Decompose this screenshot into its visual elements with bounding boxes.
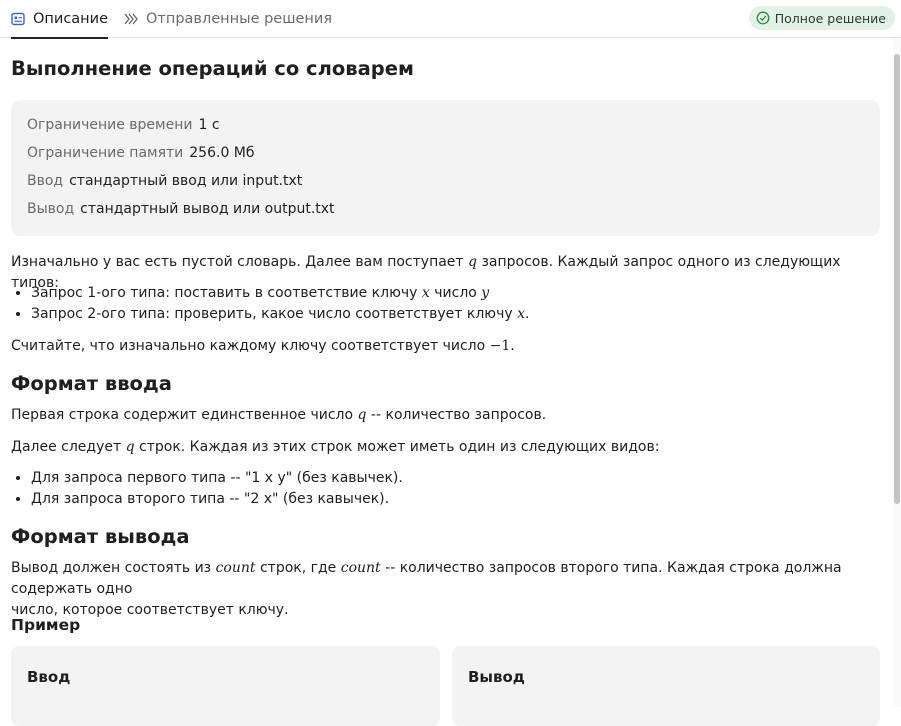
list-item: Запрос 1-ого типа: поставить в соответст… (31, 283, 529, 304)
default-value-note: Считайте, что изначально каждому ключу с… (11, 338, 515, 354)
tab-description[interactable]: Описание (11, 0, 108, 39)
output-target-value: стандартный вывод или output.txt (80, 201, 335, 217)
input-format-line2: Далее следует q строк. Каждая из этих ст… (11, 439, 660, 455)
input-format-heading: Формат ввода (11, 372, 172, 395)
output-format-heading: Формат вывода (11, 525, 190, 548)
status-badge-label: Полное решение (774, 10, 886, 26)
list-item: Запрос 2-ого типа: проверить, какое числ… (31, 304, 529, 325)
status-badge: Полное решение (748, 6, 895, 30)
tab-submissions[interactable]: Отправленные решения (123, 0, 332, 38)
output-target: Вывод стандартный вывод или output.txt (27, 201, 335, 217)
input-source-label: Ввод (27, 173, 64, 189)
input-format-list: Для запроса первого типа -- "1 x y" (без… (11, 468, 403, 510)
input-format-line1: Первая строка содержит единственное числ… (11, 407, 547, 423)
tab-bar: Описание Отправленные решения Полное реш… (0, 0, 901, 39)
memory-limit: Ограничение памяти 256.0 Мб (27, 145, 255, 161)
scrollbar-thumb[interactable] (894, 54, 900, 504)
example-input-label: Ввод (27, 668, 71, 686)
output-format-text: Вывод должен состоять из count строк, гд… (11, 560, 842, 618)
description-icon (11, 12, 25, 26)
submissions-icon (123, 12, 138, 26)
problem-title: Выполнение операций со словарем (11, 57, 414, 80)
tab-description-label: Описание (33, 11, 108, 27)
input-source-value: стандартный ввод или input.txt (69, 173, 303, 189)
input-source: Ввод стандартный ввод или input.txt (27, 173, 302, 189)
tab-submissions-label: Отправленные решения (146, 11, 333, 27)
time-limit: Ограничение времени 1 с (27, 117, 220, 133)
example-heading: Пример (11, 616, 81, 634)
example-output-label: Вывод (468, 668, 525, 686)
time-limit-label: Ограничение времени (27, 117, 193, 133)
query-types-list: Запрос 1-ого типа: поставить в соответст… (11, 283, 529, 325)
time-limit-value: 1 с (198, 117, 220, 133)
list-item: Для запроса первого типа -- "1 x y" (без… (31, 468, 403, 489)
limits-panel: Ограничение времени 1 с Ограничение памят… (11, 100, 880, 236)
memory-limit-value: 256.0 Мб (189, 145, 255, 161)
example-input-box: Ввод (11, 646, 440, 726)
list-item: Для запроса второго типа -- "2 x" (без к… (31, 489, 403, 510)
example-output-box: Вывод (452, 646, 880, 726)
output-target-label: Вывод (27, 201, 75, 217)
check-circle-icon (756, 11, 770, 25)
memory-limit-label: Ограничение памяти (27, 145, 184, 161)
